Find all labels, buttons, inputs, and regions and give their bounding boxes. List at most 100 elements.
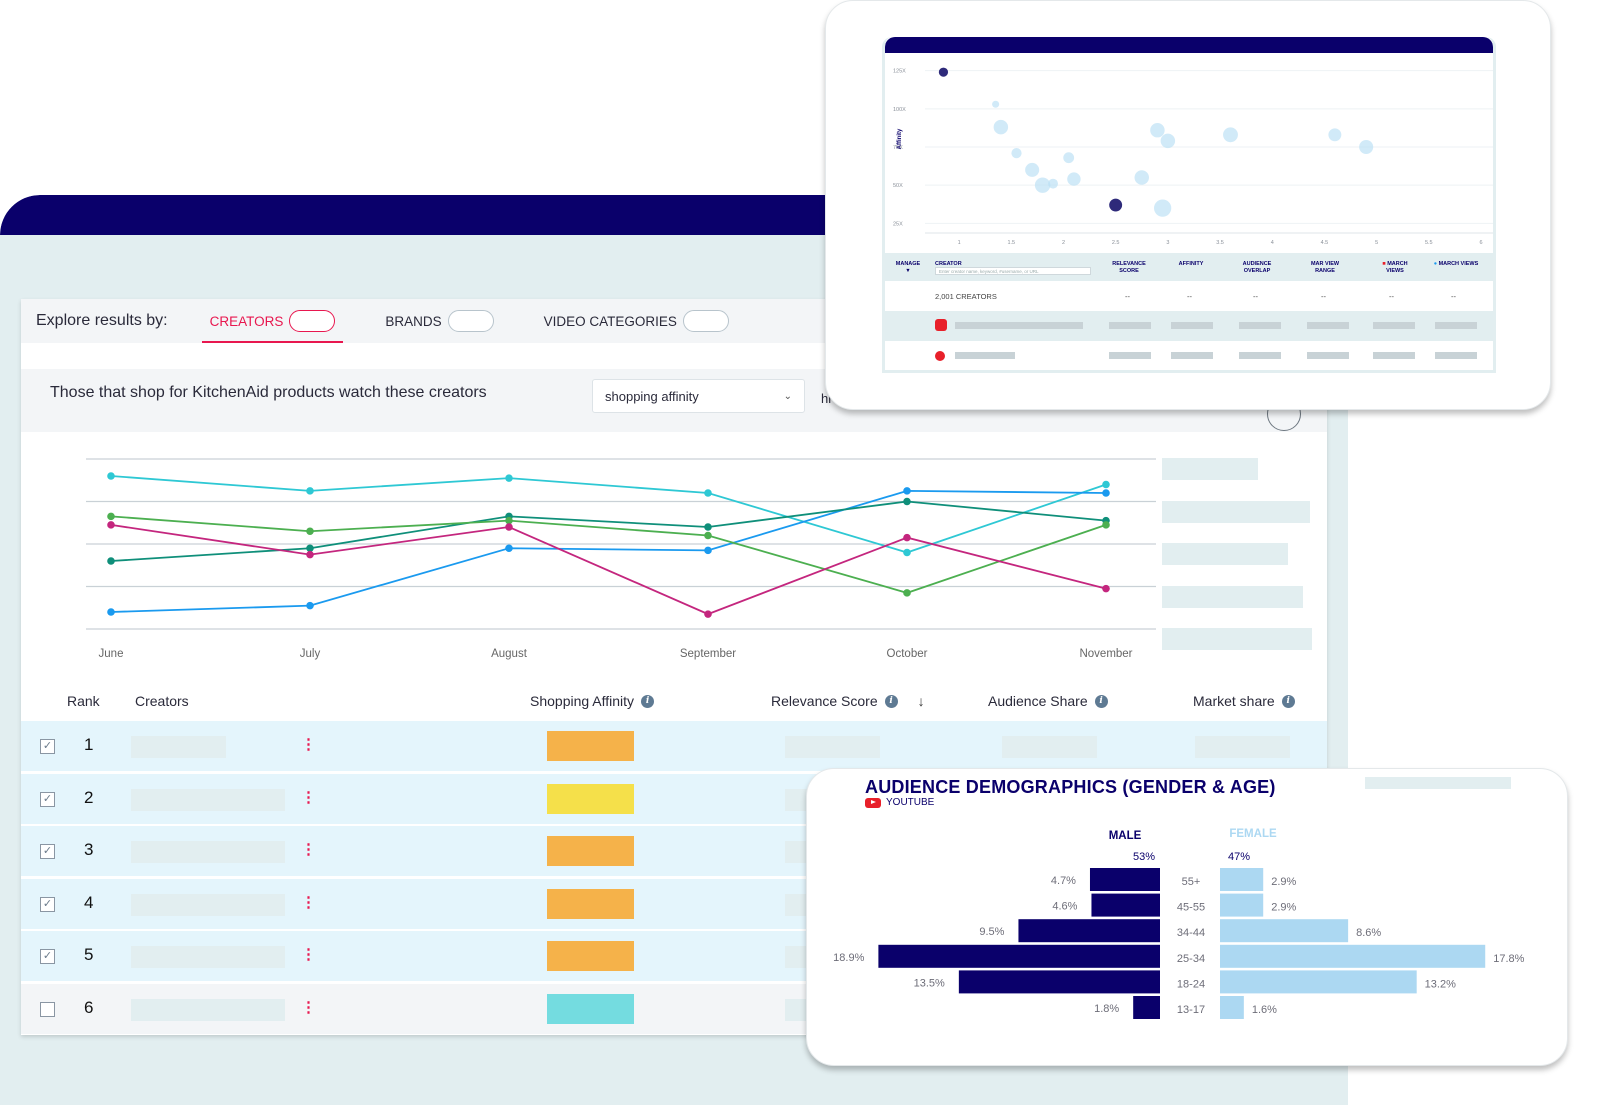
more-options-icon[interactable]: ⋮ xyxy=(301,893,316,911)
female-value-label: 2.9% xyxy=(1271,876,1296,888)
more-options-icon[interactable]: ⋮ xyxy=(301,945,316,963)
male-bar xyxy=(1018,919,1160,943)
placeholder-bar xyxy=(1373,322,1415,329)
legend-placeholder xyxy=(1162,628,1312,650)
more-options-icon[interactable]: ⋮ xyxy=(301,788,316,806)
female-bar xyxy=(1220,970,1417,994)
x-tick-label: 4.5 xyxy=(1321,240,1329,246)
placeholder-bar xyxy=(1239,352,1281,359)
info-icon[interactable]: i xyxy=(1094,694,1108,708)
female-value-label: 2.9% xyxy=(1271,902,1296,914)
row-checkbox[interactable]: ✓ xyxy=(40,896,55,912)
x-tick-label: June xyxy=(99,648,124,660)
shopping-affinity-swatch xyxy=(547,993,634,1024)
mt-header-view-range[interactable]: MAR VIEW RANGE xyxy=(1303,261,1347,275)
placeholder-bar xyxy=(1109,322,1151,329)
empty-value: -- xyxy=(1389,292,1394,301)
sort-down-arrow-icon[interactable]: ↓ xyxy=(918,693,925,709)
row-checkbox[interactable]: ✓ xyxy=(40,844,55,859)
info-icon[interactable]: i xyxy=(1281,694,1295,708)
placeholder-bar xyxy=(955,322,1083,329)
line-chart: June July August September October November xyxy=(86,458,1156,660)
header-rank[interactable]: Rank xyxy=(67,693,100,709)
legend-placeholder xyxy=(1162,585,1303,608)
rank-number: 2 xyxy=(84,787,94,807)
shopping-affinity-swatch xyxy=(547,941,634,971)
bubble xyxy=(938,67,949,77)
creator-logo xyxy=(935,351,945,361)
mt-header-relevance[interactable]: RELEVANCE SCORE xyxy=(1107,261,1151,275)
info-icon[interactable]: i xyxy=(884,694,898,708)
mini-table-row[interactable] xyxy=(885,341,1493,370)
age-group-label: 34-44 xyxy=(1177,927,1205,939)
scatter-chart: 125X100X75X50X25X11.522.533.544.555.56Au… xyxy=(893,67,1493,246)
more-options-icon[interactable]: ⋮ xyxy=(301,998,316,1016)
female-value-label: 17.8% xyxy=(1493,953,1524,965)
male-value-label: 13.5% xyxy=(914,977,945,989)
data-point-green xyxy=(704,531,712,540)
brands-toggle[interactable] xyxy=(447,310,494,332)
y-tick-label: 100X xyxy=(893,107,906,113)
explore-label: Explore results by: xyxy=(36,312,168,329)
creators-toggle[interactable] xyxy=(289,310,336,332)
row-checkbox[interactable]: ✓ xyxy=(40,791,55,807)
data-point-blue xyxy=(107,608,115,616)
y-tick-label: 50X xyxy=(893,183,903,189)
demographics-overlay-card: AUDIENCE DEMOGRAPHICS (GENDER & AGE) YOU… xyxy=(806,768,1568,1066)
rank-number: 4 xyxy=(84,892,94,912)
rank-number: 1 xyxy=(84,735,94,754)
more-options-icon[interactable]: ⋮ xyxy=(301,735,316,753)
series-line-magenta xyxy=(110,523,1107,616)
header-relevance-score[interactable]: Relevance Score i ↓ xyxy=(771,693,925,709)
data-point-magenta xyxy=(704,610,712,618)
mini-table-row[interactable] xyxy=(885,311,1493,341)
x-tick-label: July xyxy=(300,648,321,660)
bubble xyxy=(1150,122,1165,138)
empty-value: -- xyxy=(1451,292,1456,301)
shopping-affinity-swatch xyxy=(547,783,634,814)
row-checkbox[interactable]: ✓ xyxy=(40,949,55,964)
x-tick-label: November xyxy=(1079,648,1132,660)
demographics-chart: MALE FEMALE 53% 47% 4.7% 2.9% 55+ 4.6% 2.9% 45-55… xyxy=(833,828,1525,1019)
market-share-placeholder xyxy=(1195,736,1290,758)
female-value-label: 8.6% xyxy=(1356,927,1381,939)
mt-header-youtube-views[interactable]: ■ MARCH VIEWS xyxy=(1375,261,1415,275)
video-categories-toggle[interactable] xyxy=(682,310,729,332)
legend-placeholder xyxy=(1162,543,1288,565)
shopping-affinity-swatch xyxy=(547,731,634,761)
bubble xyxy=(1034,177,1051,193)
header-market-share[interactable]: Market share i xyxy=(1193,693,1295,709)
mt-header-overlap[interactable]: AUDIENCE OVERLAP xyxy=(1235,261,1279,275)
series-line-green xyxy=(110,515,1107,594)
empty-value: -- xyxy=(1125,292,1130,301)
tab-video-categories[interactable]: VIDEO CATEGORIES xyxy=(536,299,737,343)
row-checkbox[interactable]: ✓ xyxy=(40,739,55,754)
placeholder-bar xyxy=(1171,352,1213,359)
male-bar xyxy=(1133,996,1160,1019)
bubble xyxy=(992,100,1000,108)
bubble xyxy=(1160,133,1176,149)
mini-table-count-row: 2,001 CREATORS -- -- -- -- -- -- xyxy=(885,281,1493,311)
tab-creators[interactable]: CREATORS xyxy=(201,299,344,343)
row-checkbox[interactable] xyxy=(40,1001,55,1017)
table-row[interactable]: ✓ 1 ⋮ xyxy=(21,721,1327,771)
x-tick-label: 5.5 xyxy=(1425,240,1433,246)
empty-value: -- xyxy=(1253,292,1258,301)
data-point-dark-green xyxy=(903,497,911,506)
mt-header-facebook-views[interactable]: ● MARCH VIEWS xyxy=(1433,261,1479,268)
info-icon[interactable]: i xyxy=(641,694,655,708)
header-shopping-affinity[interactable]: Shopping Affinity i xyxy=(530,693,655,709)
more-options-icon[interactable]: ⋮ xyxy=(301,840,316,858)
tab-brands[interactable]: BRANDS xyxy=(377,299,501,343)
creator-search-input[interactable]: Enter creator name, keyword, #username, … xyxy=(935,267,1091,275)
data-point-green xyxy=(306,527,314,536)
data-point-blue xyxy=(1102,489,1110,497)
female-bar xyxy=(1220,944,1486,968)
header-audience-share[interactable]: Audience Share i xyxy=(988,693,1108,709)
metric-select[interactable]: shopping affinity ⌄ xyxy=(592,379,805,413)
mt-header-affinity[interactable]: AFFINITY xyxy=(1169,261,1213,268)
header-creators[interactable]: Creators xyxy=(135,693,189,709)
mt-header-manage[interactable]: MANAGE ▼ xyxy=(893,261,923,275)
header-rank-label: Rank xyxy=(67,693,100,709)
male-value-label: 1.8% xyxy=(1094,1003,1119,1015)
